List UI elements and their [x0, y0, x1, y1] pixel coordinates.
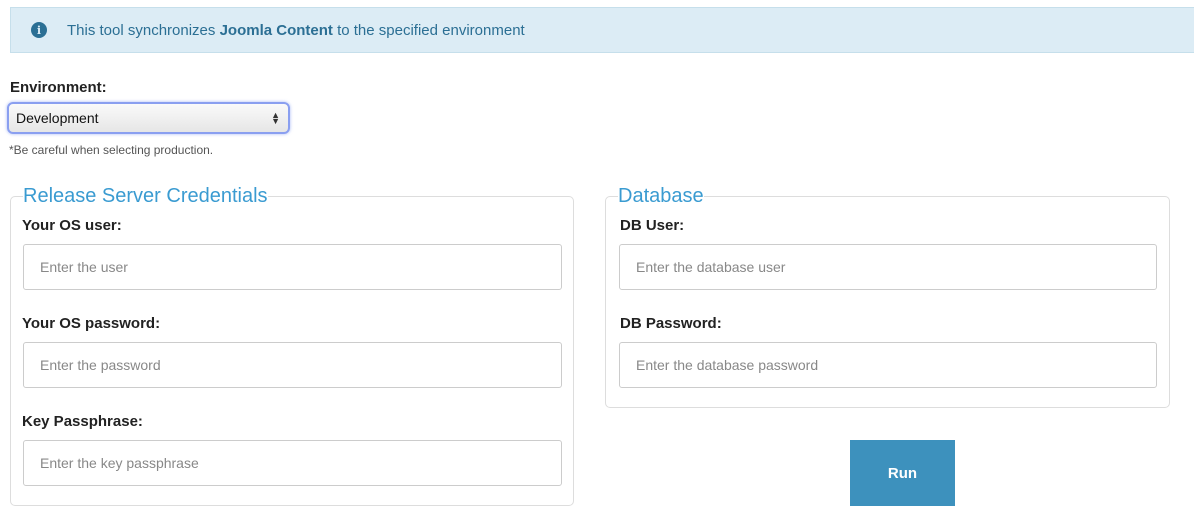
db-password-input[interactable] — [619, 342, 1157, 388]
os-password-label: Your OS password: — [22, 315, 161, 332]
run-button[interactable]: Run — [850, 440, 955, 506]
os-user-input[interactable] — [23, 244, 562, 290]
db-user-label: DB User: — [620, 217, 685, 234]
passphrase-input[interactable] — [23, 440, 562, 486]
environment-select[interactable]: Development ▲ ▼ — [7, 102, 290, 134]
db-password-label: DB Password: — [620, 315, 722, 332]
info-alert: i This tool synchronizes Joomla Content … — [10, 7, 1194, 53]
environment-hint: *Be careful when selecting production. — [9, 143, 214, 157]
alert-text: This tool synchronizes Joomla Content to… — [67, 21, 525, 39]
environment-label: Environment: — [10, 79, 107, 96]
alert-highlight: Joomla Content — [219, 21, 333, 39]
release-credentials-legend: Release Server Credentials — [23, 185, 268, 207]
select-arrows-icon: ▲ ▼ — [271, 110, 280, 126]
database-legend: Database — [618, 185, 704, 207]
passphrase-label: Key Passphrase: — [22, 413, 143, 430]
environment-selected-value: Development — [16, 110, 99, 126]
os-password-input[interactable] — [23, 342, 562, 388]
db-user-input[interactable] — [619, 244, 1157, 290]
info-circle-icon: i — [31, 22, 47, 38]
os-user-label: Your OS user: — [22, 217, 122, 234]
